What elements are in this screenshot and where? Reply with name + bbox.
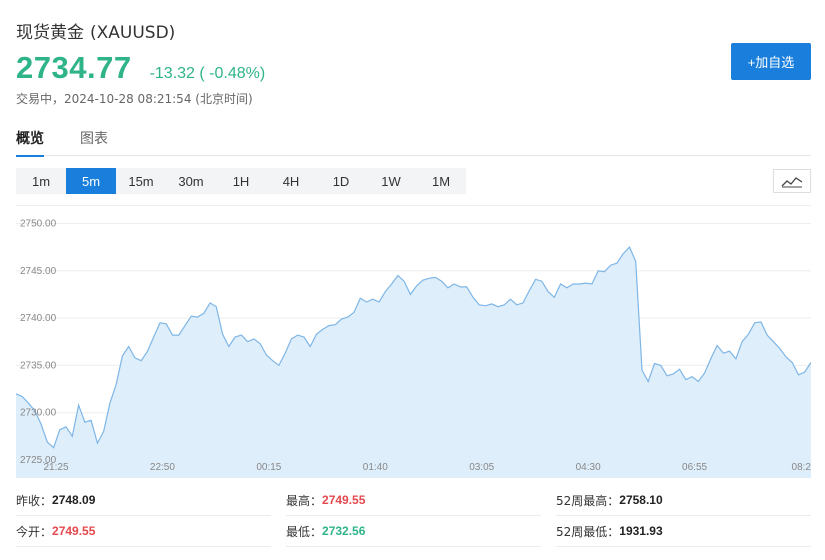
interval-15m[interactable]: 15m: [116, 168, 166, 194]
x-tick-label: 22:50: [150, 462, 175, 473]
add-to-watchlist-button[interactable]: +加自选: [731, 43, 811, 80]
y-tick-label: 2740.00: [20, 313, 57, 324]
low-value: 2732.56: [322, 524, 366, 538]
x-tick-label: 21:25: [43, 462, 68, 473]
tab-chart[interactable]: 图表: [80, 128, 108, 156]
instrument-symbol: (XAUUSD): [90, 23, 176, 43]
instrument-name: 现货黄金: [16, 23, 84, 43]
y-tick-label: 2730.00: [20, 408, 57, 419]
x-tick-label: 04:30: [576, 462, 601, 473]
stat-open: 今开： 2749.55: [16, 516, 271, 547]
x-tick-label: 00:15: [256, 462, 281, 473]
interval-1mo[interactable]: 1M: [416, 168, 466, 194]
interval-1m[interactable]: 1m: [16, 168, 66, 194]
y-tick-label: 2745.00: [20, 266, 57, 277]
price-chart[interactable]: 2725.00 2730.00 2735.00 2740.00 2745.00 2750.…: [16, 205, 811, 478]
x-tick-label: 03:05: [469, 462, 494, 473]
interval-30m[interactable]: 30m: [166, 168, 216, 194]
instrument-title: 现货黄金 (XAUUSD): [16, 18, 175, 43]
x-tick-label: 08:2: [792, 462, 811, 473]
tab-overview[interactable]: 概览: [16, 128, 44, 157]
last-price: 2734.77: [16, 50, 132, 85]
x-tick-label: 06:55: [682, 462, 707, 473]
y-tick-label: 2735.00: [20, 360, 57, 371]
price-change: -13.32 ( -0.48%): [149, 65, 266, 82]
prev-close-value: 2748.09: [52, 493, 96, 507]
high-value: 2749.55: [322, 493, 366, 507]
price-area: [16, 247, 811, 478]
interval-4h[interactable]: 4H: [266, 168, 316, 194]
price-chart-svg: 2725.002730.002735.002740.002745.002750.…: [16, 218, 811, 478]
stat-52w-high: 52周最高： 2758.10: [556, 485, 811, 516]
view-tabs: 概览 图表: [16, 128, 811, 157]
trading-status: 交易中，2024-10-28 08:21:54 (北京时间): [16, 92, 253, 106]
52w-low-value: 1931.93: [619, 524, 663, 538]
x-tick-label: 01:40: [363, 462, 388, 473]
interval-1h[interactable]: 1H: [216, 168, 266, 194]
interval-1d[interactable]: 1D: [316, 168, 366, 194]
y-tick-label: 2750.00: [20, 218, 57, 229]
stats-panel: 昨收： 2748.09 最高： 2749.55 52周最高： 2758.10 今开： 2…: [16, 485, 811, 547]
interval-5m[interactable]: 5m: [66, 168, 116, 194]
interval-selector: 1m 5m 15m 30m 1H 4H 1D 1W 1M: [16, 168, 466, 194]
line-chart-icon: [781, 177, 803, 188]
chart-type-button[interactable]: [773, 169, 811, 193]
interval-1w[interactable]: 1W: [366, 168, 416, 194]
open-value: 2749.55: [52, 524, 96, 538]
stat-52w-low: 52周最低： 1931.93: [556, 516, 811, 547]
stat-prev-close: 昨收： 2748.09: [16, 485, 271, 516]
stat-low: 最低： 2732.56: [286, 516, 541, 547]
52w-high-value: 2758.10: [619, 493, 663, 507]
price-row: 2734.77 -13.32 ( -0.48%): [16, 50, 265, 86]
stat-high: 最高： 2749.55: [286, 485, 541, 516]
